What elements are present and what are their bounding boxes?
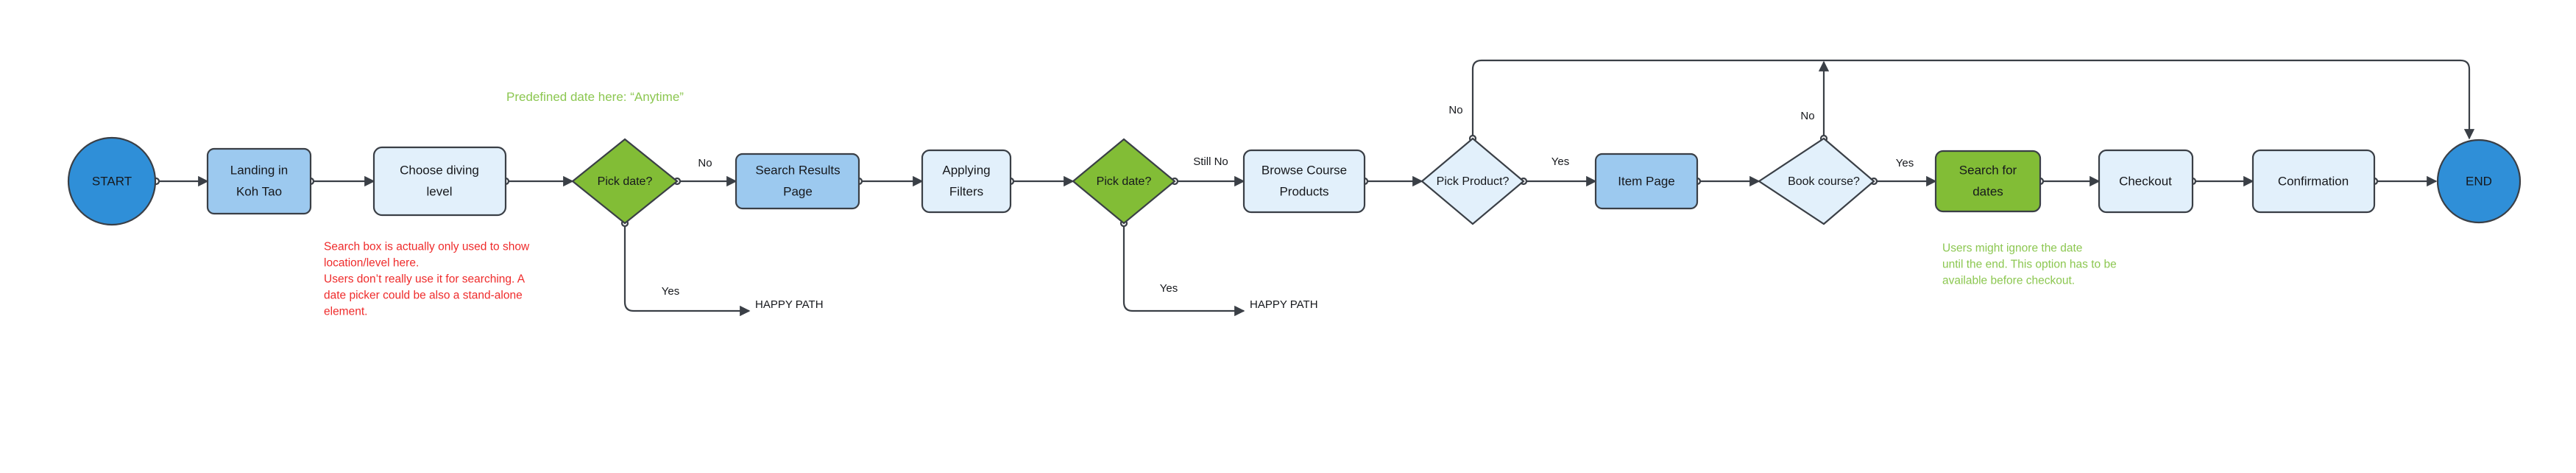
node-label-pick-date-2: Pick date? <box>1097 175 1152 188</box>
node-applying-filters[interactable]: Applying Filters <box>921 149 1012 214</box>
edge-label-pick-date-2-still-no: Still No <box>1193 155 1228 168</box>
node-label-item-page: Item Page <box>1618 174 1675 188</box>
edge-label-pick-product-no: No <box>1448 104 1462 116</box>
nodes-layer: START Landing in Koh Tao Choose diving l… <box>67 136 2522 226</box>
node-label-landing-line1: Landing in <box>230 163 288 177</box>
edge-label-book-course-no: No <box>1800 110 1814 122</box>
node-label-landing-line2: Koh Tao <box>236 184 282 198</box>
node-browse-course-products[interactable]: Browse Course Products <box>1242 149 1366 214</box>
search-results-rect-shape <box>735 153 860 210</box>
node-item-page[interactable]: Item Page <box>1594 153 1699 210</box>
note-green-right: Users might ignore the date until the en… <box>1942 242 2117 287</box>
node-label-choose-level-line2: level <box>427 184 453 198</box>
node-label-pick-product: Pick Product? <box>1437 175 1510 188</box>
node-choose-diving-level[interactable]: Choose diving level <box>372 146 507 217</box>
node-book-course[interactable]: Book course? <box>1758 137 1875 225</box>
node-checkout[interactable]: Checkout <box>2098 149 2194 214</box>
node-pick-product[interactable]: Pick Product? <box>1420 137 1525 225</box>
edge-label-pick-product-yes: Yes <box>1551 155 1569 168</box>
node-label-browse-courses-line1: Browse Course <box>1262 163 1347 177</box>
search-dates-rect-shape <box>1934 150 2042 213</box>
note-green-line2: until the end. This option has to be <box>1942 258 2117 270</box>
terminal-happy-path-1: HAPPY PATH <box>755 298 824 311</box>
node-label-search-results-line2: Page <box>783 184 813 198</box>
node-start[interactable]: START <box>67 136 157 226</box>
applying-filters-rect-shape <box>921 149 1012 214</box>
note-green-top: Predefined date here: “Anytime” <box>506 90 684 104</box>
landing-rect-shape <box>206 147 312 215</box>
node-label-search-results-line1: Search Results <box>755 163 840 177</box>
node-label-pick-date-1: Pick date? <box>598 175 653 188</box>
node-label-book-course: Book course? <box>1788 175 1860 188</box>
flowchart-svg: No Yes HAPPY PATH Still No Yes HAPPY PAT… <box>67 59 2522 318</box>
node-label-search-dates-line1: Search for <box>1959 163 2017 177</box>
node-label-confirmation: Confirmation <box>2278 174 2349 188</box>
edge-pick-product-no-loop <box>1471 59 2475 140</box>
node-label-browse-courses-line2: Products <box>1279 184 1328 198</box>
note-red-left: Search box is actually only used to show… <box>324 240 530 318</box>
node-label-start: START <box>92 174 132 188</box>
node-label-search-dates-line2: dates <box>1972 184 2003 198</box>
node-label-choose-level-line1: Choose diving <box>400 163 479 177</box>
edge-pick-date-1-yes <box>623 223 751 317</box>
node-search-results-page[interactable]: Search Results Page <box>735 153 860 210</box>
edge-label-pick-date-1-yes: Yes <box>662 285 679 298</box>
node-end[interactable]: END <box>2436 139 2522 224</box>
flowchart-canvas: No Yes HAPPY PATH Still No Yes HAPPY PAT… <box>0 0 2576 473</box>
edge-label-pick-date-1-no: No <box>698 157 712 169</box>
note-green-line3: available before checkout. <box>1942 274 2075 287</box>
note-red-line5: element. <box>324 305 367 318</box>
note-green-line1: Users might ignore the date <box>1942 242 2082 254</box>
note-red-line1: Search box is actually only used to show <box>324 240 530 253</box>
edge-label-pick-date-2-yes: Yes <box>1160 282 1178 295</box>
node-landing-in-koh-tao[interactable]: Landing in Koh Tao <box>206 147 312 215</box>
terminal-happy-path-2: HAPPY PATH <box>1250 298 1318 311</box>
node-label-applying-filters-line1: Applying <box>942 163 990 177</box>
node-search-for-dates[interactable]: Search for dates <box>1934 150 2042 213</box>
browse-courses-rect-shape <box>1242 149 1366 214</box>
note-red-line4: date picker could be also a stand-alone <box>324 289 523 301</box>
edge-label-book-course-yes: Yes <box>1896 157 1914 169</box>
node-label-applying-filters-line2: Filters <box>949 184 983 198</box>
note-red-line2: location/level here. <box>324 256 419 269</box>
edge-pick-date-2-yes <box>1122 223 1245 317</box>
node-pick-date-1[interactable]: Pick date? <box>571 138 679 225</box>
node-label-checkout: Checkout <box>2119 174 2172 188</box>
choose-level-rect-shape <box>372 146 507 217</box>
node-confirmation[interactable]: Confirmation <box>2251 149 2376 214</box>
node-label-end: END <box>2466 174 2492 188</box>
note-red-line3: Users don’t really use it for searching.… <box>324 273 526 285</box>
node-pick-date-2[interactable]: Pick date? <box>1072 138 1176 225</box>
